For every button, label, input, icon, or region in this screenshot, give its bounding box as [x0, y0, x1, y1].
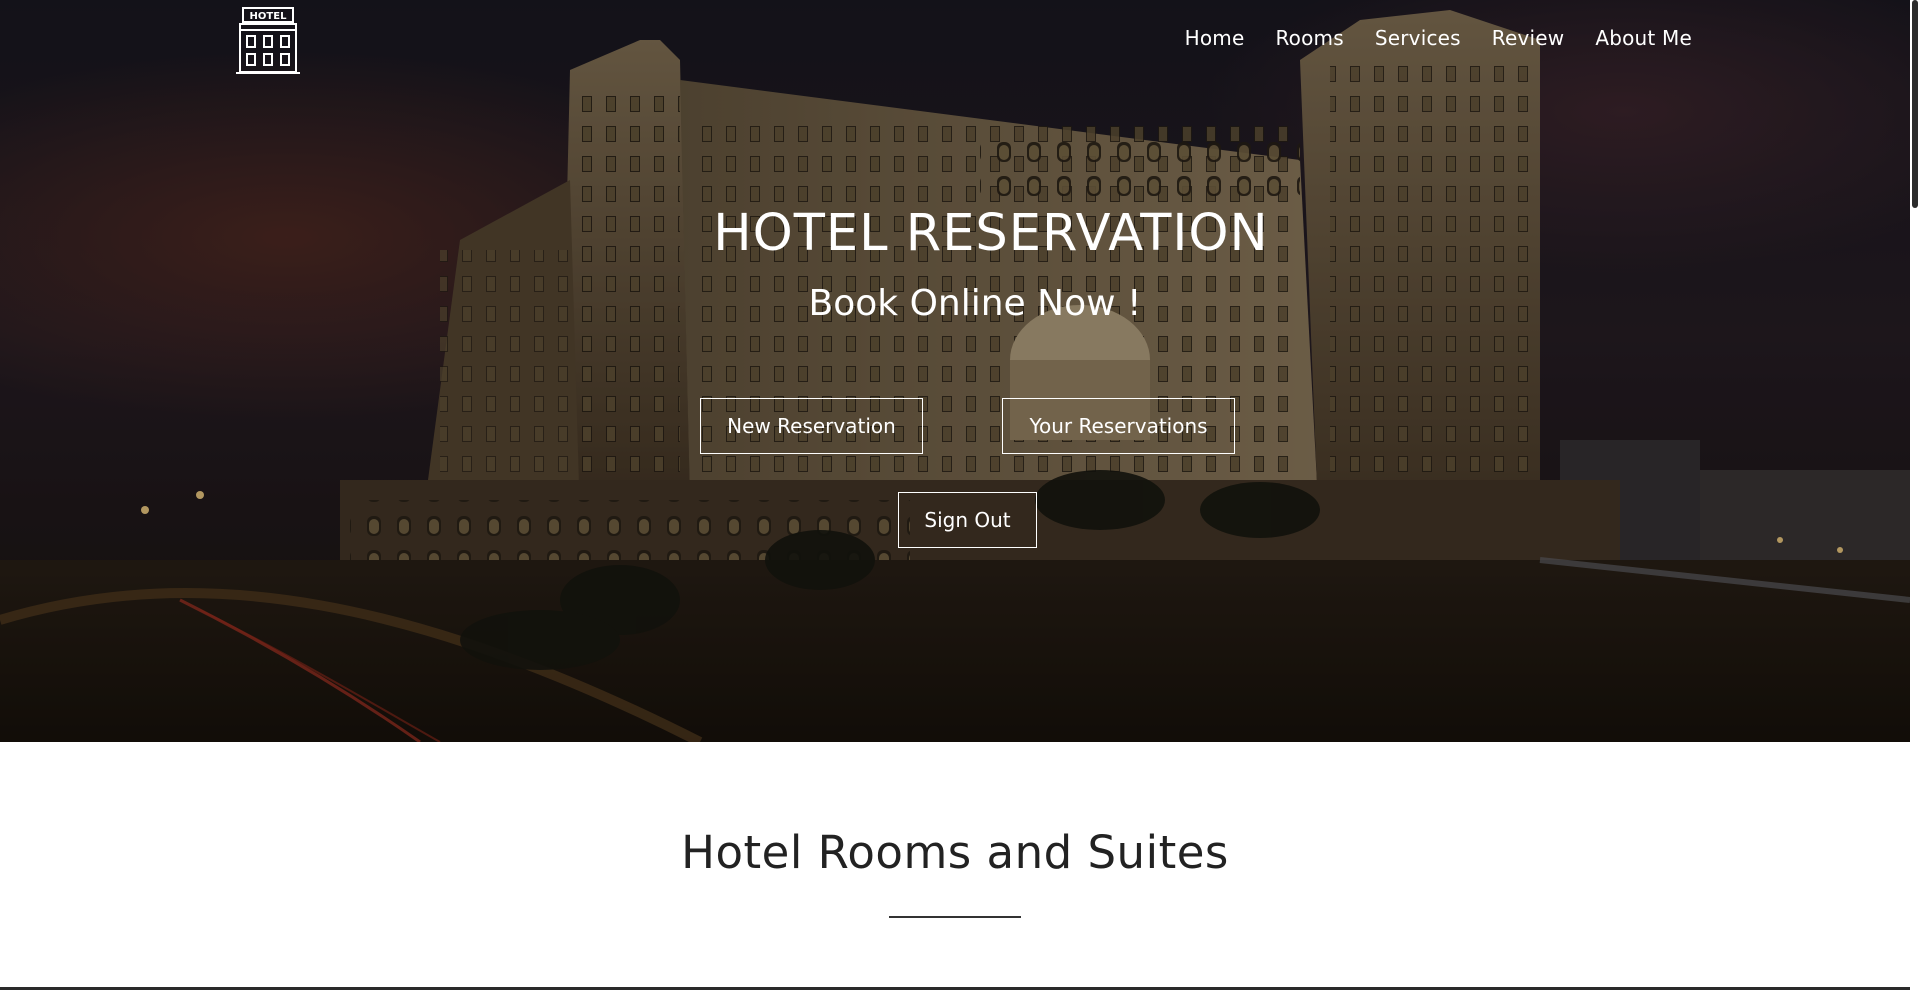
page: HOTEL Home Rooms Services Review About M…: [0, 0, 1920, 990]
scrollbar-thumb[interactable]: [1912, 0, 1918, 208]
sign-out-button[interactable]: Sign Out: [898, 492, 1037, 548]
new-reservation-button[interactable]: New Reservation: [700, 398, 923, 454]
hero-dark-overlay: [0, 0, 1910, 742]
rooms-section-title: Hotel Rooms and Suites: [681, 826, 1229, 879]
nav-review-link[interactable]: Review: [1492, 26, 1565, 50]
logo-text: HOTEL: [250, 11, 288, 22]
hero-section: HOTEL Home Rooms Services Review About M…: [0, 0, 1910, 742]
nav-about-me-link[interactable]: About Me: [1595, 26, 1692, 50]
hotel-logo-icon[interactable]: HOTEL: [234, 6, 302, 76]
nav-menu: Home Rooms Services Review About Me: [1185, 26, 1692, 50]
section-divider: [889, 916, 1021, 918]
nav-rooms-link[interactable]: Rooms: [1275, 26, 1343, 50]
hero-title: HOTEL RESERVATION: [713, 204, 1269, 263]
top-navbar: HOTEL Home Rooms Services Review About M…: [0, 0, 1910, 80]
hero-subtitle: Book Online Now !: [808, 283, 1142, 324]
page-scrollbar[interactable]: [1910, 0, 1920, 990]
your-reservations-button[interactable]: Your Reservations: [1002, 398, 1235, 454]
nav-services-link[interactable]: Services: [1375, 26, 1461, 50]
nav-home-link[interactable]: Home: [1185, 26, 1245, 50]
